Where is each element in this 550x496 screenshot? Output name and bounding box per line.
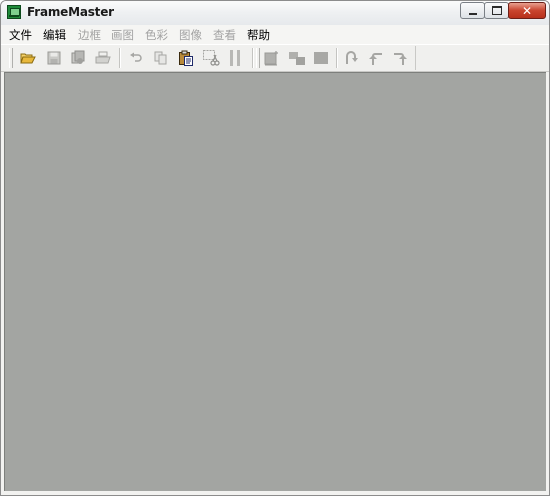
window-title: FrameMaster (27, 5, 114, 19)
toolbar-grip[interactable] (9, 48, 13, 68)
toolbar (1, 44, 549, 72)
crop-cut-icon (203, 50, 220, 66)
frame-offset-button[interactable] (288, 49, 306, 67)
undo-icon (130, 52, 142, 62)
split-button[interactable] (226, 49, 244, 67)
minimize-button[interactable] (460, 2, 485, 19)
menu-draw[interactable]: 画图 (111, 27, 134, 43)
open-button[interactable] (19, 49, 37, 67)
menu-color[interactable]: 色彩 (145, 27, 168, 43)
print-icon (95, 51, 111, 64)
rotate-right-button[interactable] (391, 49, 409, 67)
toolbar-grip[interactable] (256, 48, 260, 68)
rotate-180-button[interactable] (342, 49, 360, 67)
rotate-right-icon (394, 53, 407, 65)
title-bar[interactable]: FrameMaster ✕ (1, 1, 549, 26)
menu-border[interactable]: 边框 (78, 27, 101, 43)
toolbar-separator (336, 48, 337, 68)
minimize-icon (468, 12, 477, 15)
window-bottom-frame (1, 491, 549, 495)
menu-edit[interactable]: 编辑 (43, 27, 66, 43)
rotate-left-button[interactable] (367, 49, 385, 67)
frame-offset-icon (289, 52, 305, 65)
frame-fill-icon (314, 52, 328, 64)
batch-icon (71, 50, 85, 64)
frame-in-button[interactable] (263, 49, 281, 67)
close-button[interactable]: ✕ (508, 2, 546, 19)
copy-icon (154, 51, 167, 65)
toolbar-separator (252, 48, 253, 68)
menu-image[interactable]: 图像 (179, 27, 202, 43)
app-window: FrameMaster ✕ 文件 编辑 边框 画图 色彩 图像 查看 帮助 (0, 0, 550, 496)
menu-help[interactable]: 帮助 (247, 27, 270, 43)
open-folder-icon (20, 53, 36, 64)
paste-icon (179, 50, 193, 66)
paste-button[interactable] (177, 49, 195, 67)
batch-button[interactable] (69, 49, 87, 67)
frame-in-icon (264, 51, 278, 66)
toolbar-separator (119, 48, 120, 68)
save-button[interactable] (45, 49, 63, 67)
split-icon (230, 50, 240, 66)
frame-fill-button[interactable] (312, 49, 330, 67)
menu-bar: 文件 编辑 边框 画图 色彩 图像 查看 帮助 (1, 25, 549, 44)
undo-button[interactable] (127, 49, 145, 67)
print-button[interactable] (94, 49, 112, 67)
maximize-icon (491, 6, 502, 15)
save-icon (47, 51, 61, 65)
menu-file[interactable]: 文件 (9, 27, 32, 43)
rotate-left-icon (369, 53, 382, 65)
maximize-button[interactable] (484, 2, 509, 19)
close-icon: ✕ (521, 3, 533, 18)
toolbar-end-edge (415, 46, 416, 70)
menu-view[interactable]: 查看 (213, 27, 236, 43)
workspace-canvas[interactable] (4, 72, 546, 491)
app-icon[interactable] (7, 5, 21, 19)
rotate-180-icon (346, 51, 358, 64)
crop-cut-button[interactable] (202, 49, 220, 67)
copy-button[interactable] (152, 49, 170, 67)
